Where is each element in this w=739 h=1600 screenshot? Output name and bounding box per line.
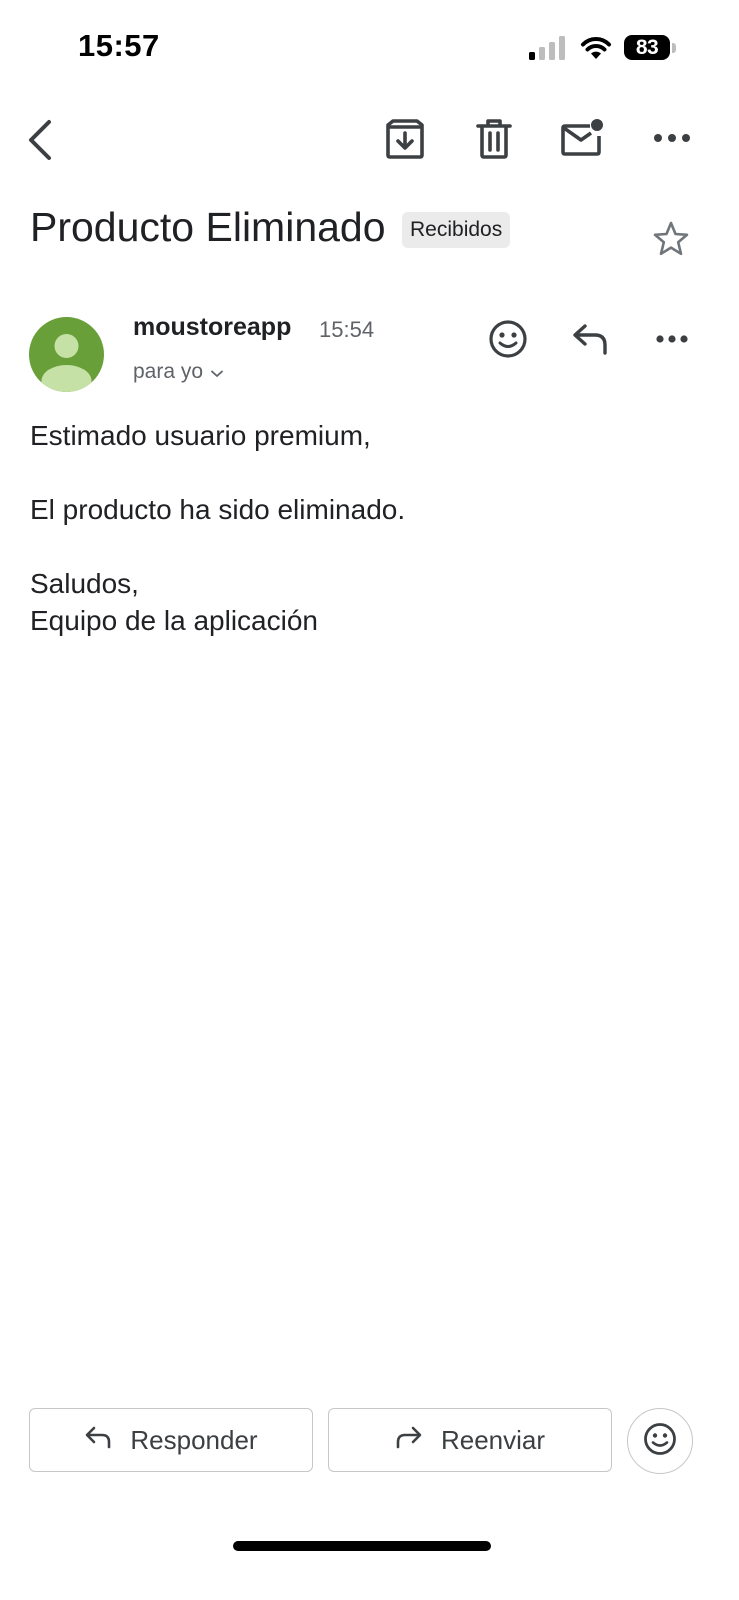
sender-name[interactable]: moustoreapp <box>133 313 291 342</box>
back-icon[interactable] <box>22 118 62 162</box>
recipient-details[interactable]: para yo <box>133 360 223 384</box>
status-time: 15:57 <box>78 28 160 63</box>
recipient-text: para yo <box>133 360 204 383</box>
body-greeting: Estimado usuario premium, <box>30 420 371 451</box>
emoji-icon <box>643 1422 677 1461</box>
add-reaction-button[interactable] <box>627 1408 693 1474</box>
wifi-icon <box>580 34 612 60</box>
mark-unread-icon[interactable] <box>560 118 606 158</box>
body-closing: Saludos, <box>30 568 139 599</box>
forward-button-label: Reenviar <box>440 1424 546 1455</box>
reply-icon[interactable] <box>571 322 609 356</box>
more-icon[interactable] <box>655 330 689 348</box>
chevron-down-icon <box>211 360 223 384</box>
trash-icon[interactable] <box>474 118 514 160</box>
battery-icon: 83 <box>624 35 670 60</box>
reply-icon <box>84 1425 130 1456</box>
label-chip[interactable]: Recibidos <box>402 212 511 248</box>
emoji-icon[interactable] <box>488 319 528 359</box>
archive-icon[interactable] <box>384 118 426 160</box>
email-subject: Producto Eliminado <box>30 204 386 250</box>
home-indicator[interactable] <box>233 1541 491 1551</box>
sent-time: 15:54 <box>319 317 375 342</box>
more-icon[interactable] <box>652 128 692 148</box>
reply-button[interactable]: Responder <box>29 1408 313 1472</box>
forward-icon <box>395 1425 441 1456</box>
cellular-signal-icon <box>528 36 566 60</box>
forward-button[interactable]: Reenviar <box>328 1408 612 1472</box>
battery-cap <box>672 43 676 53</box>
reply-button-label: Responder <box>130 1424 258 1455</box>
battery-level: 83 <box>635 35 659 59</box>
body-signature: Equipo de la aplicación <box>30 605 318 636</box>
body-message: El producto ha sido eliminado. <box>30 494 406 525</box>
star-icon[interactable] <box>652 220 690 258</box>
avatar[interactable] <box>29 317 104 392</box>
